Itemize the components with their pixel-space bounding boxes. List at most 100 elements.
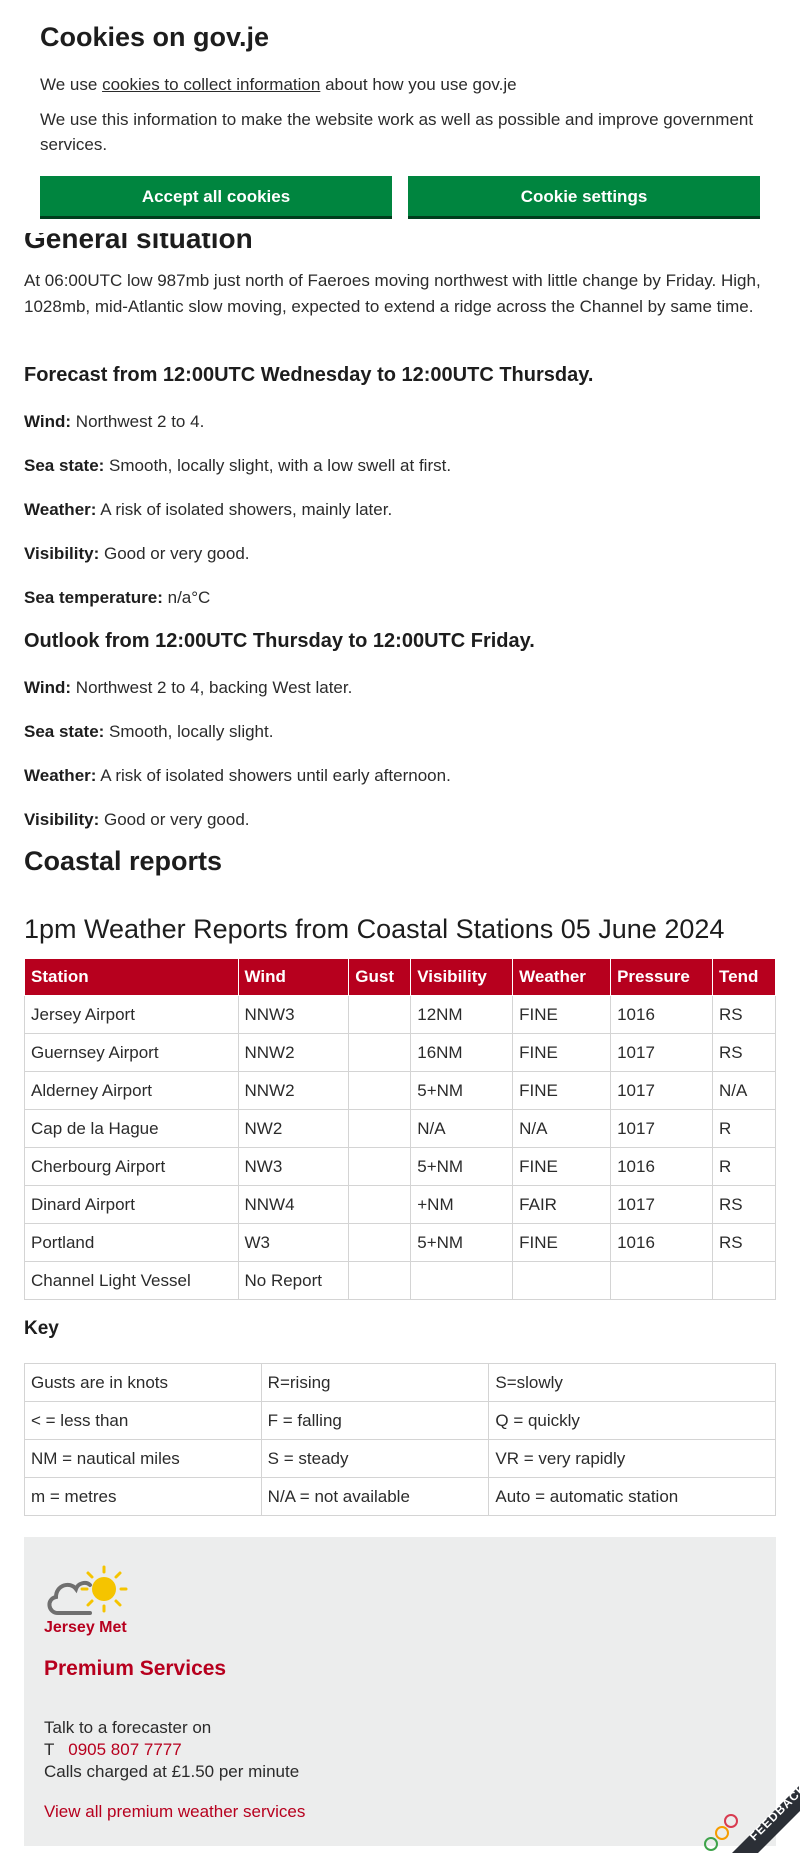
feedback-faces-icon [704,1814,738,1851]
view-premium-services-link[interactable]: View all premium weather services [44,1802,305,1821]
gust-cell [348,1109,412,1148]
pressure-cell: 1017 [610,1033,713,1072]
key-row: Gusts are in knots R=rising S=slowly [24,1363,776,1402]
cookie-purpose-text: We use this information to make the webs… [40,110,754,154]
weather-cell: FINE [512,1071,612,1110]
key-row: m = metres N/A = not available Auto = auto… [24,1477,776,1516]
premium-services-title: Premium Services [44,1657,227,1680]
table-row: Alderney Airport NNW2 5+NM FINE 1017 N/A [24,1071,776,1110]
forecast-sea-state-label: Sea state: [24,456,105,475]
key-cell: VR = very rapidly [488,1439,776,1478]
forecast-wind-value: Northwest 2 to 4. [71,412,205,431]
outlook-visibility-label: Visibility: [24,810,100,829]
feedback-tab[interactable]: FEEDBACK [700,1753,800,1853]
gust-cell [348,1147,412,1186]
station-cell: Jersey Airport [24,995,239,1034]
pressure-cell: 1016 [610,995,713,1034]
coastal-stations-reports-heading: 1pm Weather Reports from Coastal Station… [24,914,725,944]
forecast-sea-temperature: Sea temperature: n/a°C [24,585,764,611]
table-row: Jersey Airport NNW3 12NM FINE 1016 RS [24,995,776,1034]
forecast-sea-temperature-value: n/a°C [162,588,211,607]
table-row: Cherbourg Airport NW3 5+NM FINE 1016 R [24,1147,776,1186]
wind-cell: W3 [237,1223,350,1262]
forecast-visibility: Visibility: Good or very good. [24,541,764,567]
tend-cell: N/A [712,1071,776,1110]
key-table: Gusts are in knots R=rising S=slowly < = l… [24,1363,776,1516]
jersey-met-brand: Jersey Met [44,1619,127,1636]
premium-services-panel: Jersey Met Premium Services Talk to a fo… [24,1537,776,1846]
visibility-cell: 5+NM [410,1223,514,1262]
forecast-sea-state-value: Smooth, locally slight, with a low swell… [104,456,452,475]
visibility-cell: 5+NM [410,1071,514,1110]
station-cell: Alderney Airport [24,1071,239,1110]
tend-cell: RS [712,1185,776,1224]
key-cell: F = falling [260,1401,490,1440]
key-cell: Gusts are in knots [24,1363,262,1402]
weather-cell [512,1261,612,1300]
forecast-sea-state: Sea state: Smooth, locally slight, with … [24,453,764,479]
key-row: < = less than F = falling Q = quickly [24,1401,776,1440]
coastal-reports-table: Station Wind Gust Visibility Weather Pre… [24,958,776,1300]
column-header-pressure: Pressure [610,958,713,996]
weather-cell: N/A [512,1109,612,1148]
visibility-cell: 16NM [410,1033,514,1072]
cookie-intro-text: We use cookies to collect information ab… [40,72,760,97]
column-header-visibility: Visibility [410,958,514,996]
table-row: Portland W3 5+NM FINE 1016 RS [24,1223,776,1262]
outlook-wind-value: Northwest 2 to 4, backing West later. [71,678,353,697]
visibility-cell: 5+NM [410,1147,514,1186]
accept-all-cookies-button[interactable]: Accept all cookies [40,176,392,216]
key-cell: Auto = automatic station [488,1477,776,1516]
column-header-station: Station [24,958,239,996]
outlook-visibility-value: Good or very good. [99,810,250,829]
pressure-cell: 1016 [610,1147,713,1186]
weather-cell: FINE [512,1223,612,1262]
station-cell: Portland [24,1223,239,1262]
weather-cell: FINE [512,1033,612,1072]
outlook-weather: Weather: A risk of isolated showers unti… [24,763,764,789]
visibility-cell: +NM [410,1185,514,1224]
visibility-cell: 12NM [410,995,514,1034]
visibility-cell: N/A [410,1109,514,1148]
forecast-visibility-value: Good or very good. [99,544,250,563]
cookie-intro-post: about how you use gov.je [320,75,517,94]
phone-prefix: T [44,1740,55,1759]
column-header-weather: Weather [512,958,612,996]
outlook-wind: Wind: Northwest 2 to 4, backing West lat… [24,675,764,701]
outlook-wind-label: Wind: [24,678,72,697]
forecast-wind-label: Wind: [24,412,72,431]
key-cell: S=slowly [488,1363,776,1402]
tend-cell [712,1261,776,1300]
gust-cell [348,1071,412,1110]
wind-cell: NNW2 [237,1071,350,1110]
wind-cell: NNW3 [237,995,350,1034]
table-row: Guernsey Airport NNW2 16NM FINE 1017 RS [24,1033,776,1072]
phone-number-link[interactable]: 0905 807 7777 [68,1740,181,1759]
key-cell: S = steady [260,1439,490,1478]
cookie-settings-button[interactable]: Cookie settings [408,176,760,216]
pressure-cell: 1016 [610,1223,713,1262]
key-cell: N/A = not available [260,1477,490,1516]
cookies-info-link[interactable]: cookies to collect information [102,75,320,94]
station-cell: Guernsey Airport [24,1033,239,1072]
table-row: Channel Light Vessel No Report [24,1261,776,1300]
weather-cell: FAIR [512,1185,612,1224]
key-heading: Key [24,1318,59,1339]
wind-cell: NNW2 [237,1033,350,1072]
key-cell: Q = quickly [488,1401,776,1440]
gust-cell [348,995,412,1034]
cookie-banner-title: Cookies on gov.je [40,22,270,52]
pressure-cell: 1017 [610,1071,713,1110]
pressure-cell: 1017 [610,1109,713,1148]
station-cell: Channel Light Vessel [24,1261,239,1300]
wind-cell: No Report [237,1261,350,1300]
tend-cell: RS [712,1033,776,1072]
tend-cell: R [712,1109,776,1148]
tend-cell: RS [712,995,776,1034]
outlook-sea-state-label: Sea state: [24,722,105,741]
weather-cell: FINE [512,995,612,1034]
forecast-weather: Weather: A risk of isolated showers, mai… [24,497,764,523]
pressure-cell: 1017 [610,1185,713,1224]
wind-cell: NW2 [237,1109,350,1148]
premium-line-link: View all premium weather services [44,1802,305,1822]
